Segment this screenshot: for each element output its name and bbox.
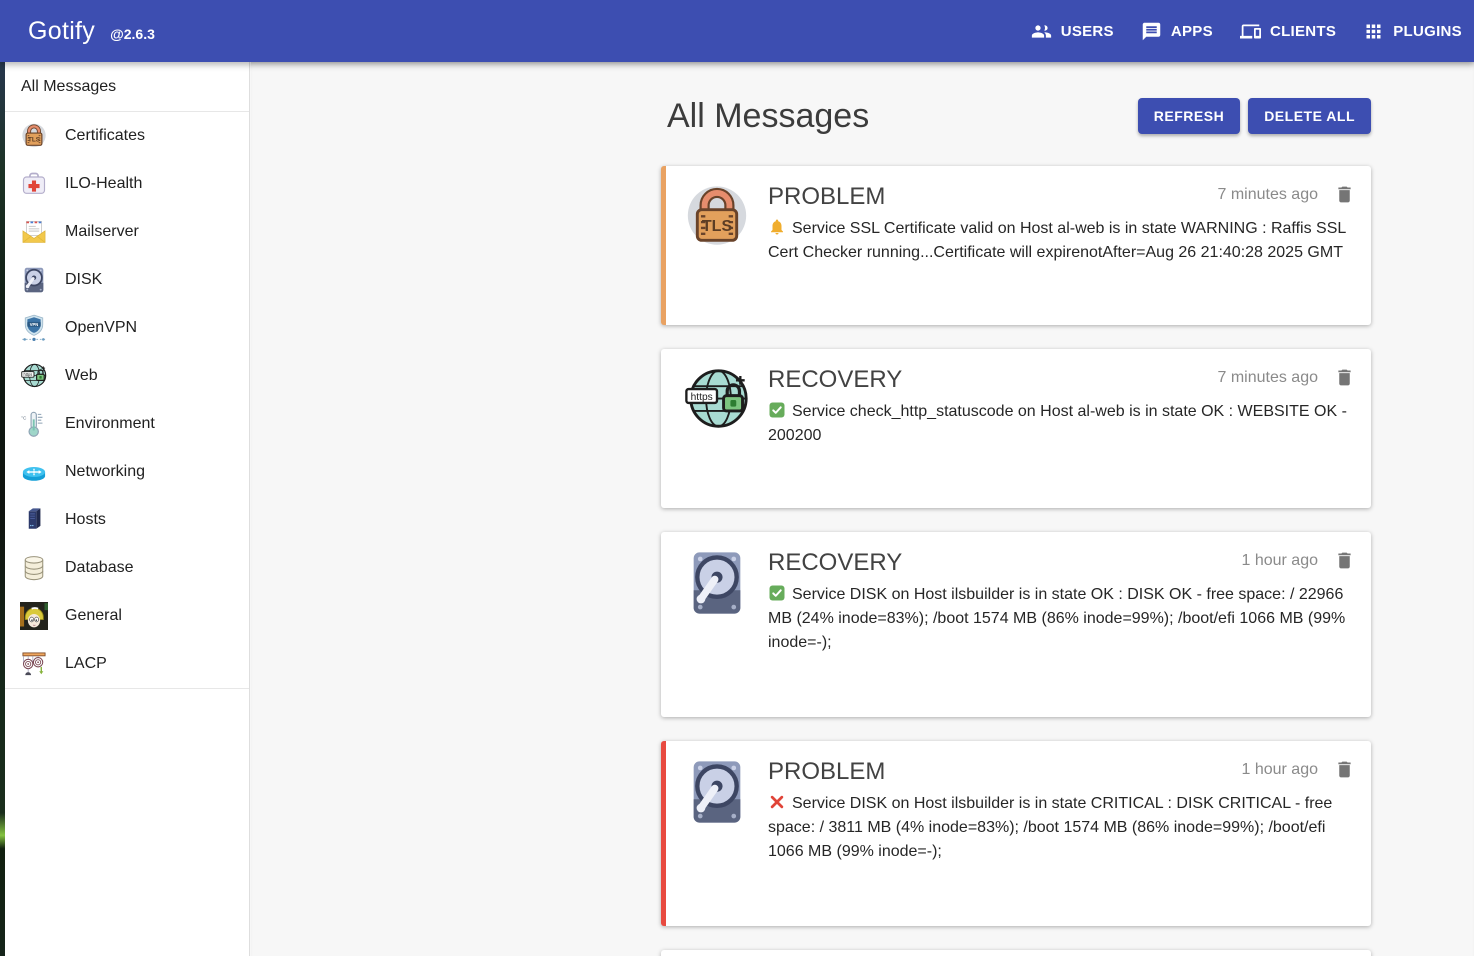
message-timestamp: 1 hour ago (1241, 552, 1318, 570)
trash-icon (1334, 759, 1355, 780)
sidebar-item-hosts[interactable]: Hosts (5, 496, 249, 544)
main-header: All Messages REFRESH DELETE ALL (661, 90, 1371, 142)
message-text: Service SSL Certificate valid on Host al… (768, 220, 1346, 261)
nav-apps[interactable]: APPS (1141, 21, 1213, 42)
sidebar-item-networking[interactable]: Networking (5, 448, 249, 496)
message-title: RECOVERY (768, 548, 902, 578)
avatar-icon (20, 602, 48, 630)
app-version: @2.6.3 (110, 26, 155, 42)
trash-icon (1334, 367, 1355, 388)
app-title: Gotify (28, 17, 95, 46)
delete-message-button[interactable] (1334, 550, 1355, 571)
message-card-1: PROBLEM 7 minutes ago Service SSL Certif… (661, 166, 1371, 325)
delete-all-button[interactable]: DELETE ALL (1248, 98, 1371, 134)
https-globe-icon (20, 362, 48, 390)
apps-grid-icon (1363, 21, 1384, 42)
trash-icon (1334, 184, 1355, 205)
page-title: All Messages (667, 97, 869, 136)
message-card-3: RECOVERY 1 hour ago Service DISK on Host… (661, 532, 1371, 717)
header-actions: REFRESH DELETE ALL (1138, 98, 1371, 134)
message-title: RECOVERY (768, 365, 902, 395)
brand: Gotify @2.6.3 (28, 17, 155, 46)
app-list: Certificates ILO-Health Mailserver DISK … (5, 112, 249, 688)
delete-message-button[interactable] (1334, 367, 1355, 388)
check-icon (768, 401, 786, 419)
thermometer-icon (20, 410, 48, 438)
vpn-shield-icon (20, 314, 48, 342)
bell-icon (768, 218, 786, 236)
nav-clients[interactable]: CLIENTS (1240, 21, 1336, 42)
hard-disk-icon (682, 757, 752, 910)
message-timestamp: 7 minutes ago (1217, 369, 1318, 387)
first-aid-kit-icon (20, 170, 48, 198)
sidebar-item-web[interactable]: Web (5, 352, 249, 400)
sidebar-item-certificates[interactable]: Certificates (5, 112, 249, 160)
delete-message-button[interactable] (1334, 184, 1355, 205)
message-card-partial (661, 950, 1371, 956)
sidebar-item-database[interactable]: Database (5, 544, 249, 592)
nav-users[interactable]: USERS (1031, 21, 1114, 42)
router-icon (20, 458, 48, 486)
sidebar-item-ilo-health[interactable]: ILO-Health (5, 160, 249, 208)
delete-message-button[interactable] (1334, 759, 1355, 780)
message-card-4: PROBLEM 1 hour ago Service DISK on Host … (661, 741, 1371, 926)
tls-lock-icon (20, 122, 48, 150)
database-icon (20, 554, 48, 582)
sidebar-item-all-messages[interactable]: All Messages (5, 62, 249, 112)
message-timestamp: 7 minutes ago (1217, 186, 1318, 204)
sidebar-item-mailserver[interactable]: Mailserver (5, 208, 249, 256)
trash-icon (1334, 550, 1355, 571)
pulley-icon (20, 650, 48, 678)
sidebar-item-disk[interactable]: DISK (5, 256, 249, 304)
users-icon (1031, 21, 1052, 42)
sidebar-item-openvpn[interactable]: OpenVPN (5, 304, 249, 352)
main-content: All Messages REFRESH DELETE ALL PROBLEM … (251, 62, 1474, 956)
message-title: PROBLEM (768, 182, 885, 212)
https-globe-icon (682, 365, 752, 492)
hard-disk-icon (20, 266, 48, 294)
navbar-menu: USERS APPS CLIENTS PLUGINS (1031, 21, 1462, 42)
chat-icon (1141, 21, 1162, 42)
message-timestamp: 1 hour ago (1241, 761, 1318, 779)
sidebar-divider (5, 688, 249, 689)
refresh-button[interactable]: REFRESH (1138, 98, 1240, 134)
sidebar-item-general[interactable]: General (5, 592, 249, 640)
nav-plugins[interactable]: PLUGINS (1363, 21, 1462, 42)
hard-disk-icon (682, 548, 752, 701)
sidebar-item-environment[interactable]: Environment (5, 400, 249, 448)
cross-icon (768, 793, 786, 811)
top-navbar: Gotify @2.6.3 USERS APPS CLIENTS PLUGINS (0, 0, 1474, 62)
message-card-2: RECOVERY 7 minutes ago Service check_htt… (661, 349, 1371, 508)
message-title: PROBLEM (768, 757, 885, 787)
check-icon (768, 584, 786, 602)
devices-icon (1240, 21, 1261, 42)
message-text: Service DISK on Host ilsbuilder is in st… (768, 586, 1345, 651)
message-text: Service DISK on Host ilsbuilder is in st… (768, 795, 1332, 860)
sidebar-item-lacp[interactable]: LACP (5, 640, 249, 688)
tls-lock-icon (682, 182, 752, 309)
envelope-icon (20, 218, 48, 246)
sidebar: All Messages Certificates ILO-Health Mai… (5, 62, 250, 956)
server-tower-icon (20, 506, 48, 534)
message-text: Service check_http_statuscode on Host al… (768, 403, 1347, 444)
